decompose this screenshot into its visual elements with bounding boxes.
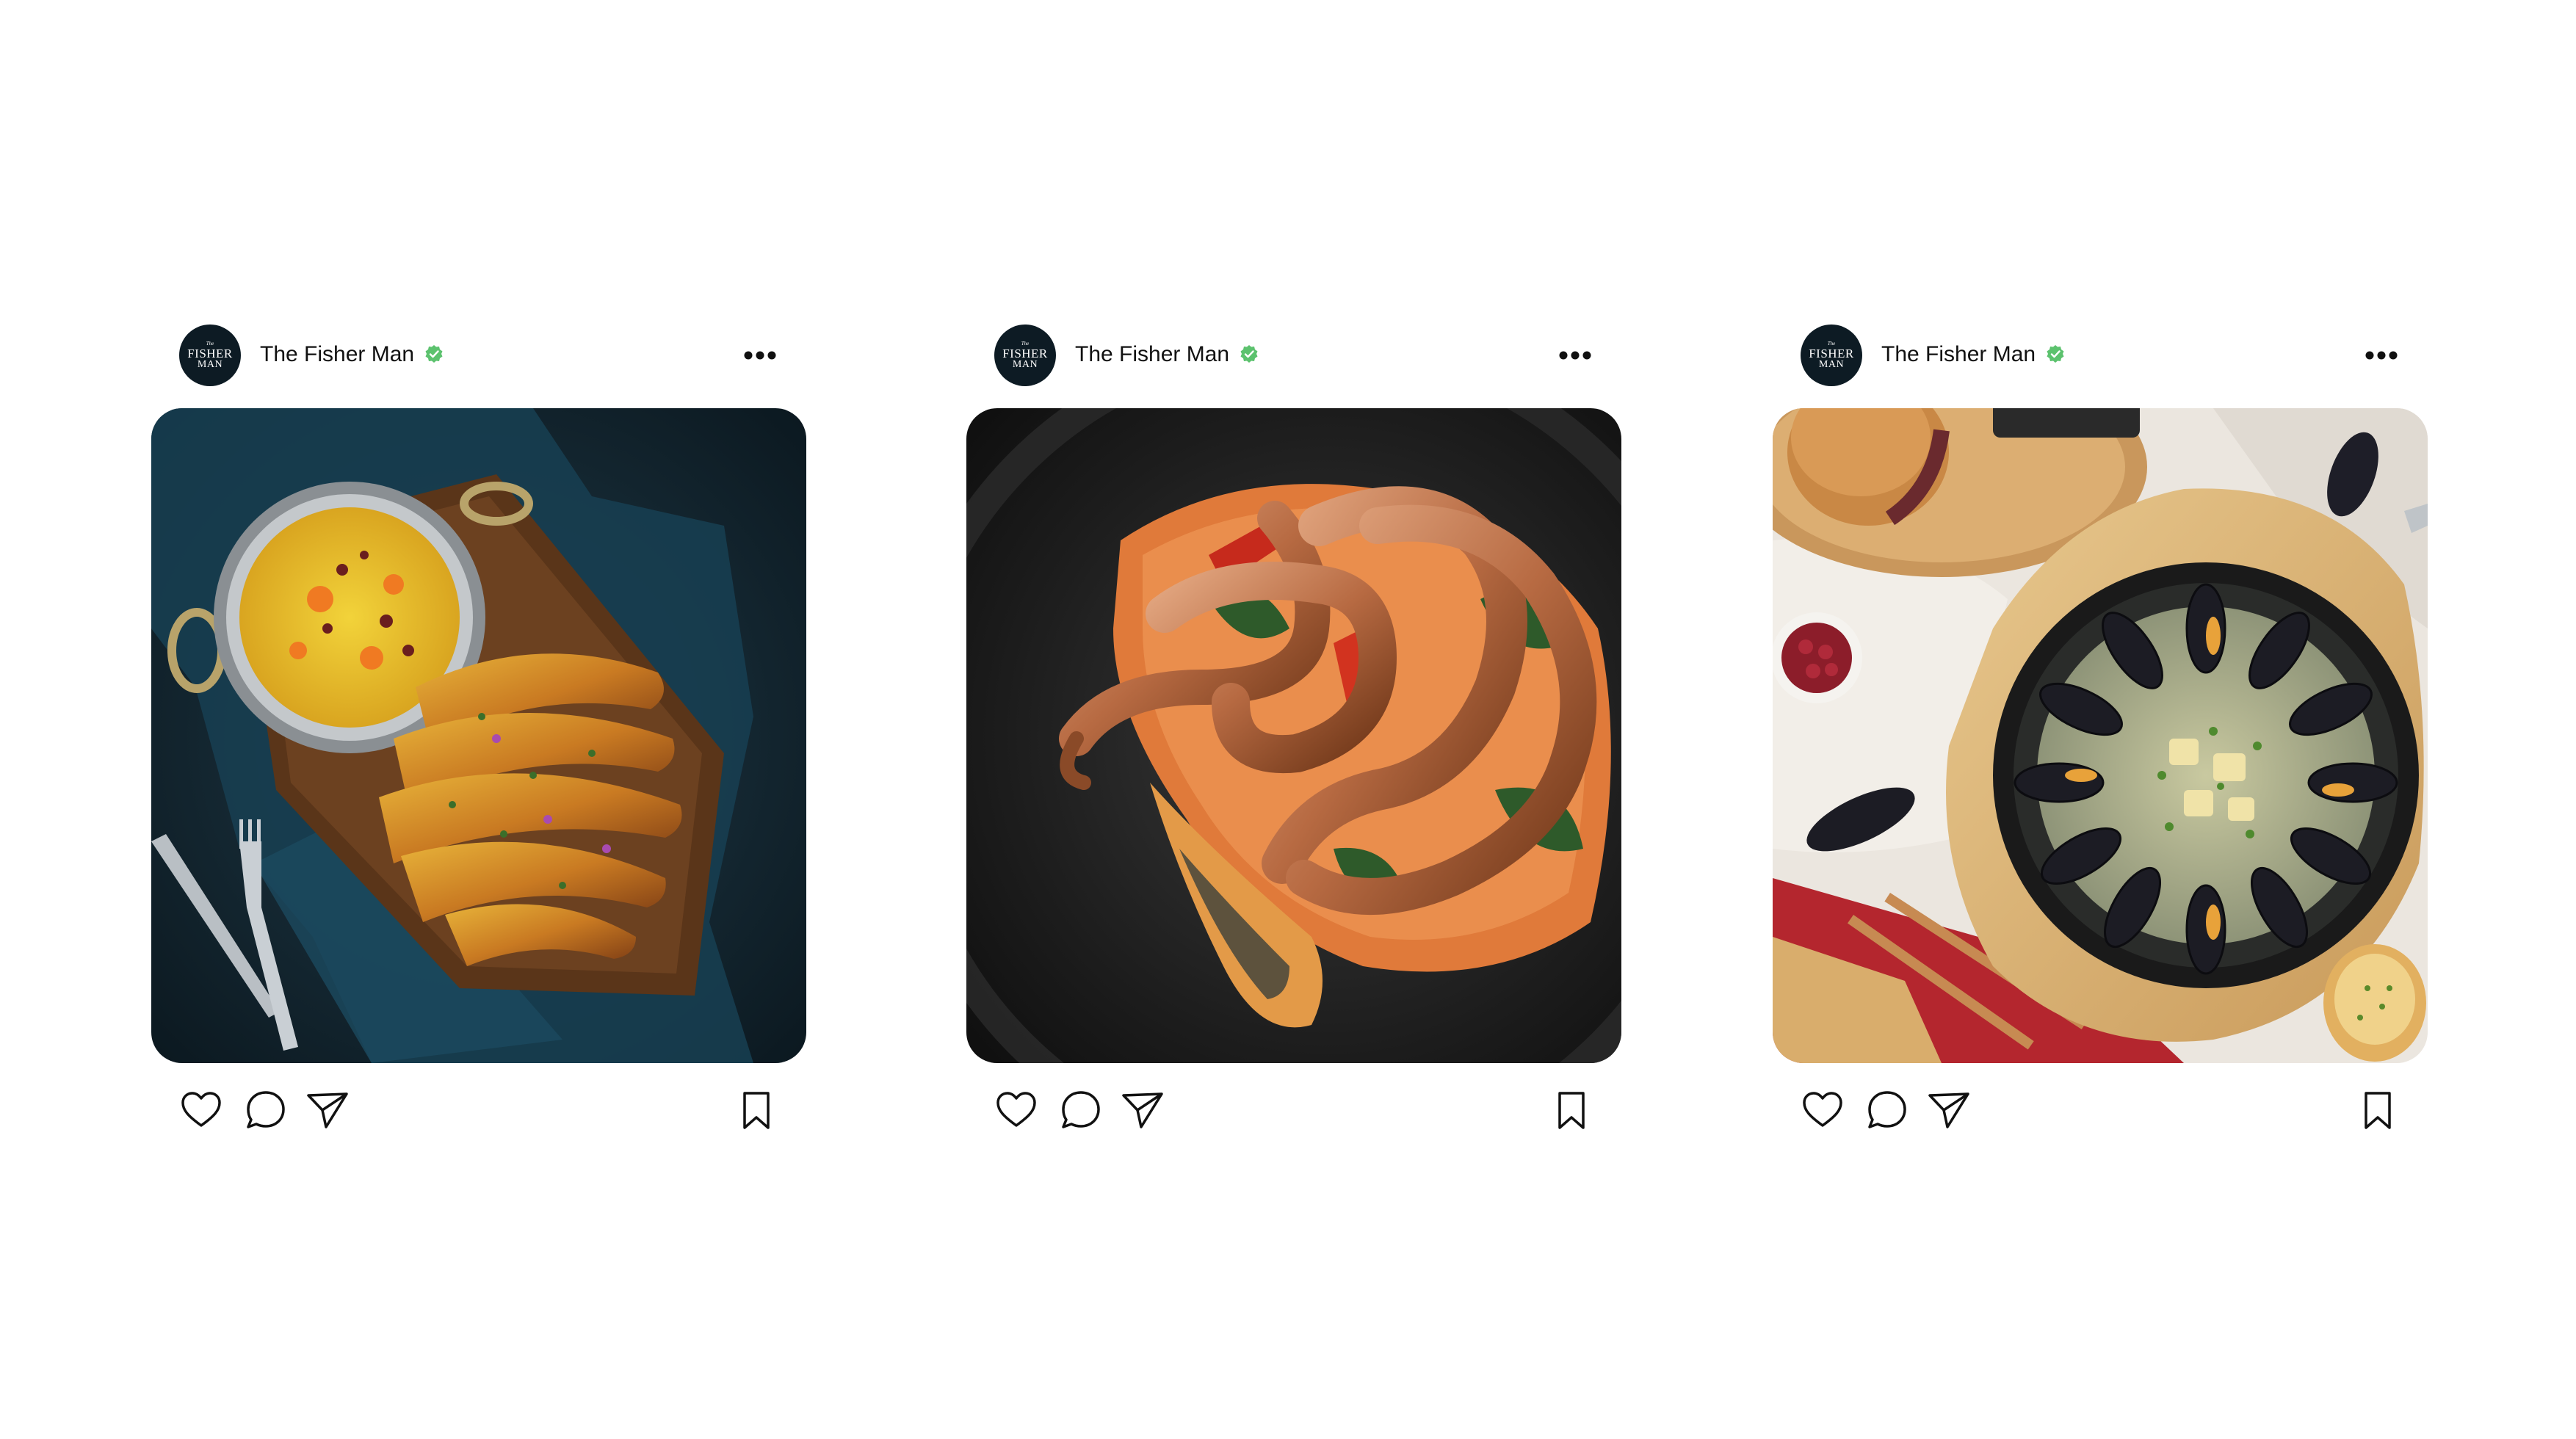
comment-icon[interactable] xyxy=(1865,1088,1909,1132)
avatar-logo-text-top: The xyxy=(1827,340,1836,347)
heart-icon[interactable] xyxy=(179,1088,223,1132)
username[interactable]: The Fisher Man xyxy=(1881,342,2036,366)
username[interactable]: The Fisher Man xyxy=(1075,342,1229,366)
post-header: The FISHER MAN The Fisher Man xyxy=(179,323,778,386)
avatar[interactable]: The FISHER MAN xyxy=(179,325,241,386)
username[interactable]: The Fisher Man xyxy=(260,342,414,366)
post-image[interactable] xyxy=(151,408,806,1063)
send-icon[interactable] xyxy=(305,1088,350,1132)
bookmark-icon[interactable] xyxy=(1549,1088,1593,1132)
more-options-icon[interactable] xyxy=(742,341,778,370)
avatar[interactable]: The FISHER MAN xyxy=(994,325,1056,386)
avatar-logo-text-main: FISHER xyxy=(187,346,233,360)
verified-badge-icon xyxy=(1240,345,1258,363)
post-image[interactable] xyxy=(966,408,1621,1063)
avatar-logo-text-top: The xyxy=(1021,340,1030,347)
mussels-photo xyxy=(1773,408,2428,1063)
post-header: The FISHER MAN The Fisher Man xyxy=(1801,323,2400,386)
verified-badge-icon xyxy=(2047,345,2064,363)
avatar[interactable]: The FISHER MAN xyxy=(1801,325,1862,386)
post-card: The FISHER MAN The Fisher Man xyxy=(1773,323,2428,1160)
more-options-icon[interactable] xyxy=(1557,341,1593,370)
avatar-logo-text-main: FISHER xyxy=(1809,346,1854,360)
more-options-icon[interactable] xyxy=(2363,341,2400,370)
post-actions xyxy=(179,1088,778,1132)
username-row[interactable]: The Fisher Man xyxy=(260,341,444,368)
bookmark-icon[interactable] xyxy=(734,1088,778,1132)
avatar-logo-text-sub: MAN xyxy=(197,358,223,370)
avatar-logo-text-sub: MAN xyxy=(1012,358,1038,370)
heart-icon[interactable] xyxy=(1801,1088,1845,1132)
comment-icon[interactable] xyxy=(244,1088,288,1132)
avatar-logo-text-sub: MAN xyxy=(1818,358,1845,370)
bookmark-icon[interactable] xyxy=(2356,1088,2400,1132)
comment-icon[interactable] xyxy=(1059,1088,1103,1132)
send-icon[interactable] xyxy=(1927,1088,1971,1132)
octopus-photo xyxy=(966,408,1621,1063)
prawns-photo xyxy=(151,408,806,1063)
username-row[interactable]: The Fisher Man xyxy=(1075,341,1259,368)
heart-icon[interactable] xyxy=(994,1088,1038,1132)
avatar-logo-text-top: The xyxy=(206,340,214,347)
username-row[interactable]: The Fisher Man xyxy=(1881,341,2065,368)
verified-badge-icon xyxy=(425,345,443,363)
send-icon[interactable] xyxy=(1121,1088,1165,1132)
post-image[interactable] xyxy=(1773,408,2428,1063)
post-header: The FISHER MAN The Fisher Man xyxy=(994,323,1593,386)
post-actions xyxy=(1801,1088,2400,1132)
avatar-logo-text-main: FISHER xyxy=(1002,346,1048,360)
post-actions xyxy=(994,1088,1593,1132)
post-card: The FISHER MAN The Fisher Man xyxy=(151,323,806,1160)
post-card: The FISHER MAN The Fisher Man xyxy=(966,323,1621,1160)
